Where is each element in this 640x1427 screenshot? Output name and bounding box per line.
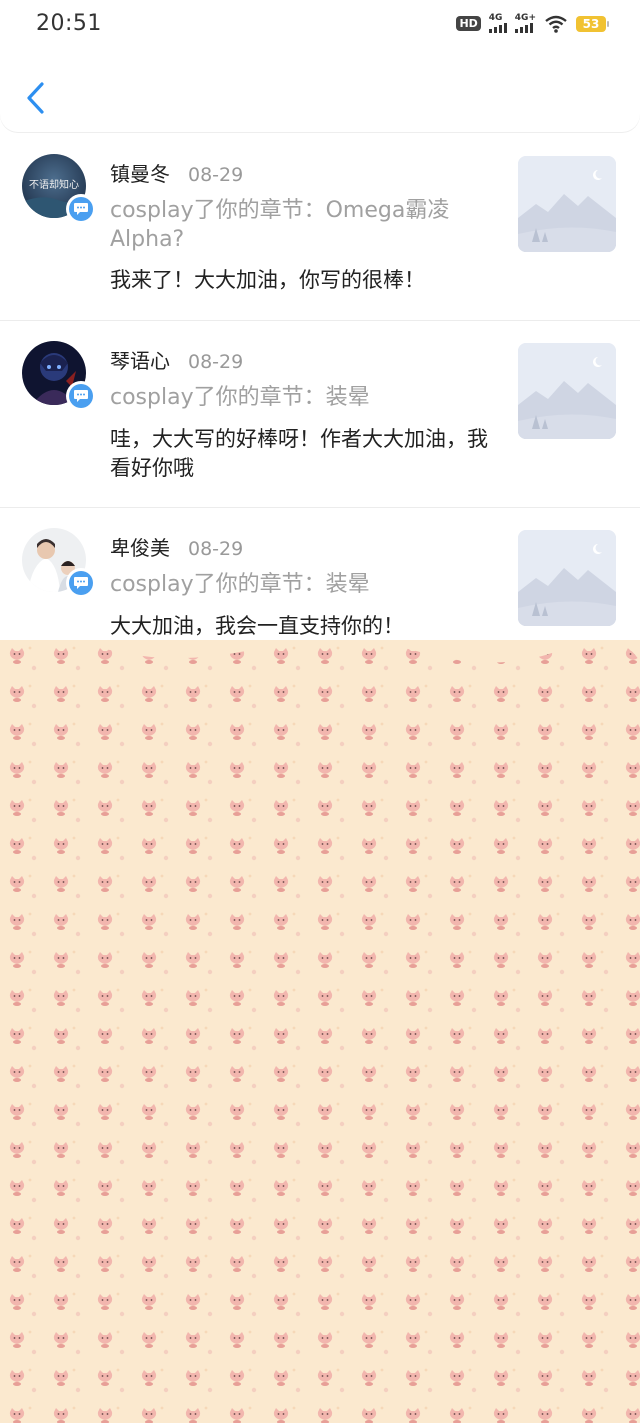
wallpaper-background [0, 639, 640, 1423]
comment-badge [66, 381, 96, 411]
comment-text: 我来了！大大加油，你写的很棒！ [110, 268, 425, 292]
list-item[interactable]: 琴语心 08-29 cosplay了你的章节：装晕 哇，大大写的好棒呀！作者大大… [0, 321, 640, 508]
comment-text: 大大加油，我会一直支持你的！ [110, 614, 404, 638]
username: 卑俊美 [110, 536, 170, 560]
message-date: 08-29 [188, 164, 244, 186]
comment-text: 哇，大大写的好棒呀！作者大大加油，我看好你哦 [110, 427, 488, 480]
chat-bubble-icon [74, 390, 88, 402]
avatar-text: 不语却知心 [29, 178, 79, 191]
chapter-line: cosplay了你的章节：装晕 [110, 572, 370, 597]
message-date: 08-29 [188, 538, 244, 560]
status-bar: 20:51 HD 4G 4G+ 53 [0, 0, 640, 52]
wifi-icon [545, 15, 567, 33]
signal-4g-icon: 4G [488, 14, 507, 33]
chat-bubble-icon [74, 203, 88, 215]
chapter-thumbnail[interactable] [518, 530, 616, 626]
signal-4g-plus-icon: 4G+ [514, 14, 536, 33]
battery-icon: 53 [576, 15, 609, 32]
chat-bubble-icon [74, 577, 88, 589]
message-date: 08-29 [188, 351, 244, 373]
hd-icon: HD [456, 16, 481, 31]
list-item[interactable]: 不语却知心 镇曼冬 08-29 cosplay了你的章节：Omega霸凌Alph… [0, 134, 640, 321]
chapter-thumbnail[interactable] [518, 343, 616, 439]
comment-badge [66, 194, 96, 224]
username: 镇曼冬 [110, 162, 170, 186]
chapter-thumbnail[interactable] [518, 156, 616, 252]
message-list: 不语却知心 镇曼冬 08-29 cosplay了你的章节：Omega霸凌Alph… [0, 134, 640, 667]
comment-badge [66, 568, 96, 598]
cat-pattern [0, 639, 640, 1423]
chapter-line: cosplay了你的章节：Omega霸凌Alpha? [110, 198, 450, 252]
status-icons: HD 4G 4G+ 53 [456, 14, 609, 33]
chapter-line: cosplay了你的章节：装晕 [110, 385, 370, 410]
username: 琴语心 [110, 349, 170, 373]
status-time: 20:51 [36, 11, 102, 36]
top-nav-bar [0, 52, 640, 132]
chevron-left-icon[interactable] [22, 80, 50, 116]
